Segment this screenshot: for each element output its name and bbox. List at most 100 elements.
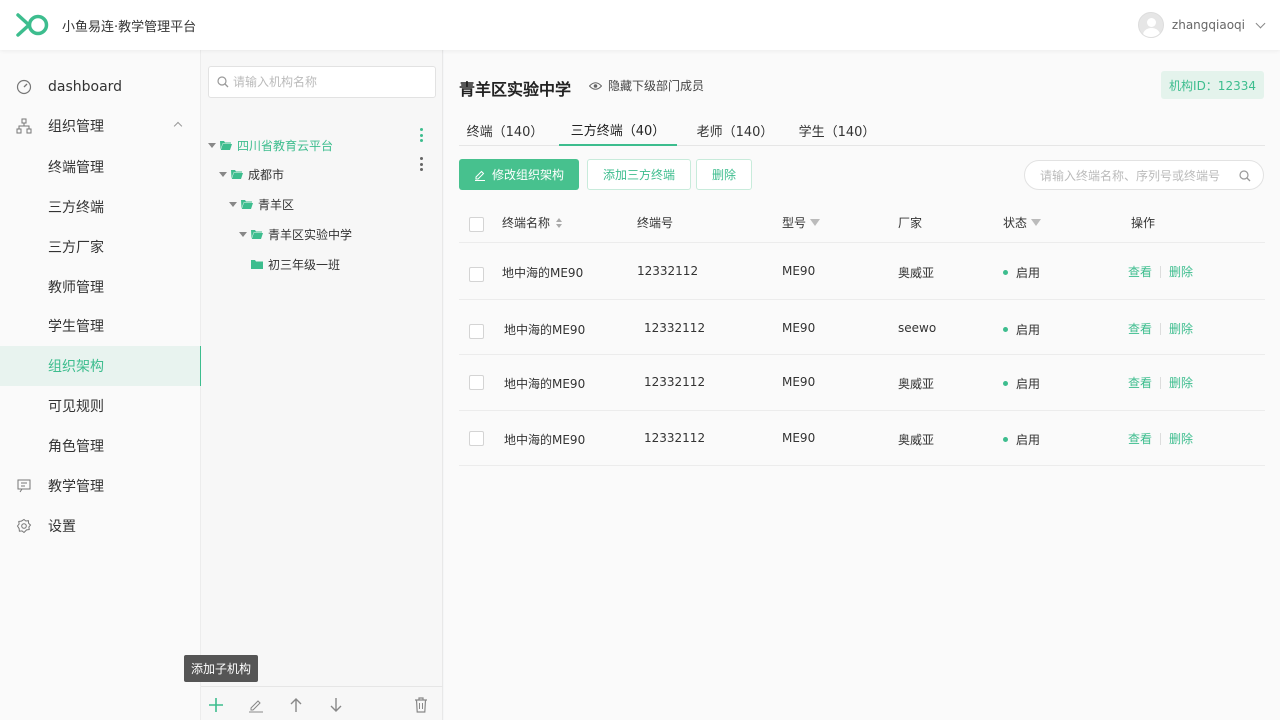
filter-icon[interactable] <box>810 219 821 226</box>
table-row: 地中海的ME90 12332112 ME90 seewo 启用 查看 删除 <box>459 300 1265 355</box>
edit-node-button[interactable] <box>248 697 264 713</box>
search-icon <box>1239 170 1251 182</box>
col-model-header[interactable]: 型号 <box>782 214 821 231</box>
more-vertical-icon[interactable] <box>416 128 426 142</box>
delete-button[interactable]: 删除 <box>696 159 752 190</box>
sidebar-item-third-party-vendors[interactable]: 三方厂家 <box>0 227 201 267</box>
tab-terminals[interactable]: 终端（140） <box>459 114 551 146</box>
view-link[interactable]: 查看 <box>1128 320 1152 337</box>
sidebar-item-teachers[interactable]: 教师管理 <box>0 267 201 307</box>
col-actions-header: 操作 <box>1131 216 1156 230</box>
eye-icon <box>589 81 602 90</box>
cell-model: ME90 <box>782 431 816 445</box>
caret-down-icon[interactable] <box>208 142 216 148</box>
cell-name: 地中海的ME90 <box>502 266 584 280</box>
sidebar-item-teaching[interactable]: 教学管理 <box>0 466 201 506</box>
filter-icon[interactable] <box>1031 219 1042 226</box>
edit-org-button[interactable]: 修改组织架构 <box>459 159 579 190</box>
row-checkbox[interactable] <box>469 431 484 446</box>
sidebar-item-label: 可见规则 <box>48 399 104 415</box>
move-down-button[interactable] <box>328 697 344 713</box>
cell-name: 地中海的ME90 <box>504 433 586 447</box>
user-menu[interactable]: zhangqiaoqi <box>1137 12 1266 38</box>
status-badge: 启用 <box>1016 433 1041 447</box>
col-status-header[interactable]: 状态 <box>1003 214 1042 231</box>
sidebar-item-org-management[interactable]: 组织管理 <box>0 106 201 146</box>
cell-actions: 查看 删除 <box>1128 263 1193 280</box>
chevron-down-icon[interactable] <box>1255 18 1266 28</box>
more-vertical-icon[interactable] <box>416 157 426 171</box>
edit-icon <box>249 700 263 713</box>
sidebar-item-visibility-rules[interactable]: 可见规则 <box>0 386 201 426</box>
sidebar-item-students[interactable]: 学生管理 <box>0 306 201 346</box>
sidebar-item-third-party-terminals[interactable]: 三方终端 <box>0 187 201 227</box>
sort-icon[interactable] <box>556 217 563 228</box>
caret-down-icon[interactable] <box>239 231 247 237</box>
main-panel: 青羊区实验中学 隐藏下级部门成员 机构ID：12334 终端（140） 三方终端… <box>444 50 1280 720</box>
tree-node-class[interactable]: 初三年级一班 <box>251 254 340 274</box>
col-vendor-header: 厂家 <box>898 216 923 230</box>
sidebar-item-settings[interactable]: 设置 <box>0 506 201 546</box>
sidebar-item-label: 角色管理 <box>48 439 104 455</box>
cell-number: 12332112 <box>637 264 699 278</box>
org-search[interactable] <box>208 66 436 98</box>
caret-down-icon[interactable] <box>229 201 237 207</box>
cell-status: 启用 <box>1003 321 1040 338</box>
tab-students[interactable]: 学生（140） <box>787 114 887 146</box>
sidebar-item-roles[interactable]: 角色管理 <box>0 426 201 466</box>
tree-node-qingyang[interactable]: 青羊区 <box>229 194 294 214</box>
column-header-label: 状态 <box>1003 216 1028 230</box>
hide-subordinates-toggle[interactable]: 隐藏下级部门成员 <box>589 77 704 94</box>
add-child-button[interactable]: 添加子机构 <box>184 655 259 713</box>
org-search-input[interactable] <box>233 73 428 91</box>
view-link[interactable]: 查看 <box>1128 374 1152 391</box>
row-checkbox[interactable] <box>469 267 484 282</box>
arrow-up-icon <box>290 698 302 712</box>
folder-icon <box>251 260 263 269</box>
delete-link[interactable]: 删除 <box>1169 263 1193 280</box>
view-link[interactable]: 查看 <box>1128 430 1152 447</box>
add-third-party-button[interactable]: 添加三方终端 <box>587 159 691 190</box>
delete-link[interactable]: 删除 <box>1169 320 1193 337</box>
col-name-header[interactable]: 终端名称 <box>502 214 563 231</box>
tab-third-party-terminals[interactable]: 三方终端（40） <box>559 114 677 146</box>
gear-icon <box>16 518 32 534</box>
row-checkbox[interactable] <box>469 324 484 339</box>
view-link[interactable]: 查看 <box>1128 263 1152 280</box>
sidebar-item-label: 设置 <box>48 519 76 535</box>
status-badge: 启用 <box>1016 377 1041 391</box>
status-badge: 启用 <box>1016 266 1041 280</box>
status-dot <box>1003 381 1008 386</box>
delete-link[interactable]: 删除 <box>1169 430 1193 447</box>
sidebar-item-dashboard[interactable]: dashboard <box>0 67 201 107</box>
move-up-button[interactable] <box>288 697 304 713</box>
tab-teachers[interactable]: 老师（140） <box>685 114 785 146</box>
delete-node-button[interactable] <box>413 697 429 713</box>
sidebar-item-label: 组织管理 <box>48 119 104 135</box>
sidebar-item-label: 学生管理 <box>48 319 104 335</box>
tree-node-label: 初三年级一班 <box>268 257 341 272</box>
cell-model: ME90 <box>782 375 816 389</box>
tree-node-label: 青羊区实验中学 <box>268 227 353 242</box>
caret-down-icon[interactable] <box>219 171 227 177</box>
tree-node-school[interactable]: 青羊区实验中学 <box>239 224 352 244</box>
tree-node-chengdu[interactable]: 成都市 <box>219 164 284 184</box>
tooltip: 添加子机构 <box>184 655 259 682</box>
row-checkbox[interactable] <box>469 375 484 390</box>
username[interactable]: zhangqiaoqi <box>1172 18 1245 32</box>
terminal-search-input[interactable] <box>1040 167 1230 185</box>
logo-icon <box>16 13 49 37</box>
sidebar-item-label: 三方终端 <box>48 200 104 216</box>
cell-vendor: 奥威亚 <box>898 266 935 280</box>
tree-node-sichuan[interactable]: 四川省教育云平台 <box>208 135 333 155</box>
sidebar-item-org-structure[interactable]: 组织架构 <box>0 346 202 386</box>
sidebar: dashboard 组织管理 终端管理 三方终端 三方厂家 教师管理 学生管理 … <box>0 50 202 720</box>
delete-link[interactable]: 删除 <box>1169 374 1193 391</box>
terminal-search[interactable] <box>1024 160 1264 190</box>
edit-icon <box>474 170 485 181</box>
hide-subordinates-label: 隐藏下级部门成员 <box>608 79 705 93</box>
plus-icon <box>209 698 223 712</box>
sidebar-item-terminals[interactable]: 终端管理 <box>0 147 201 187</box>
select-all-checkbox[interactable] <box>469 217 484 232</box>
avatar[interactable] <box>1137 12 1164 38</box>
